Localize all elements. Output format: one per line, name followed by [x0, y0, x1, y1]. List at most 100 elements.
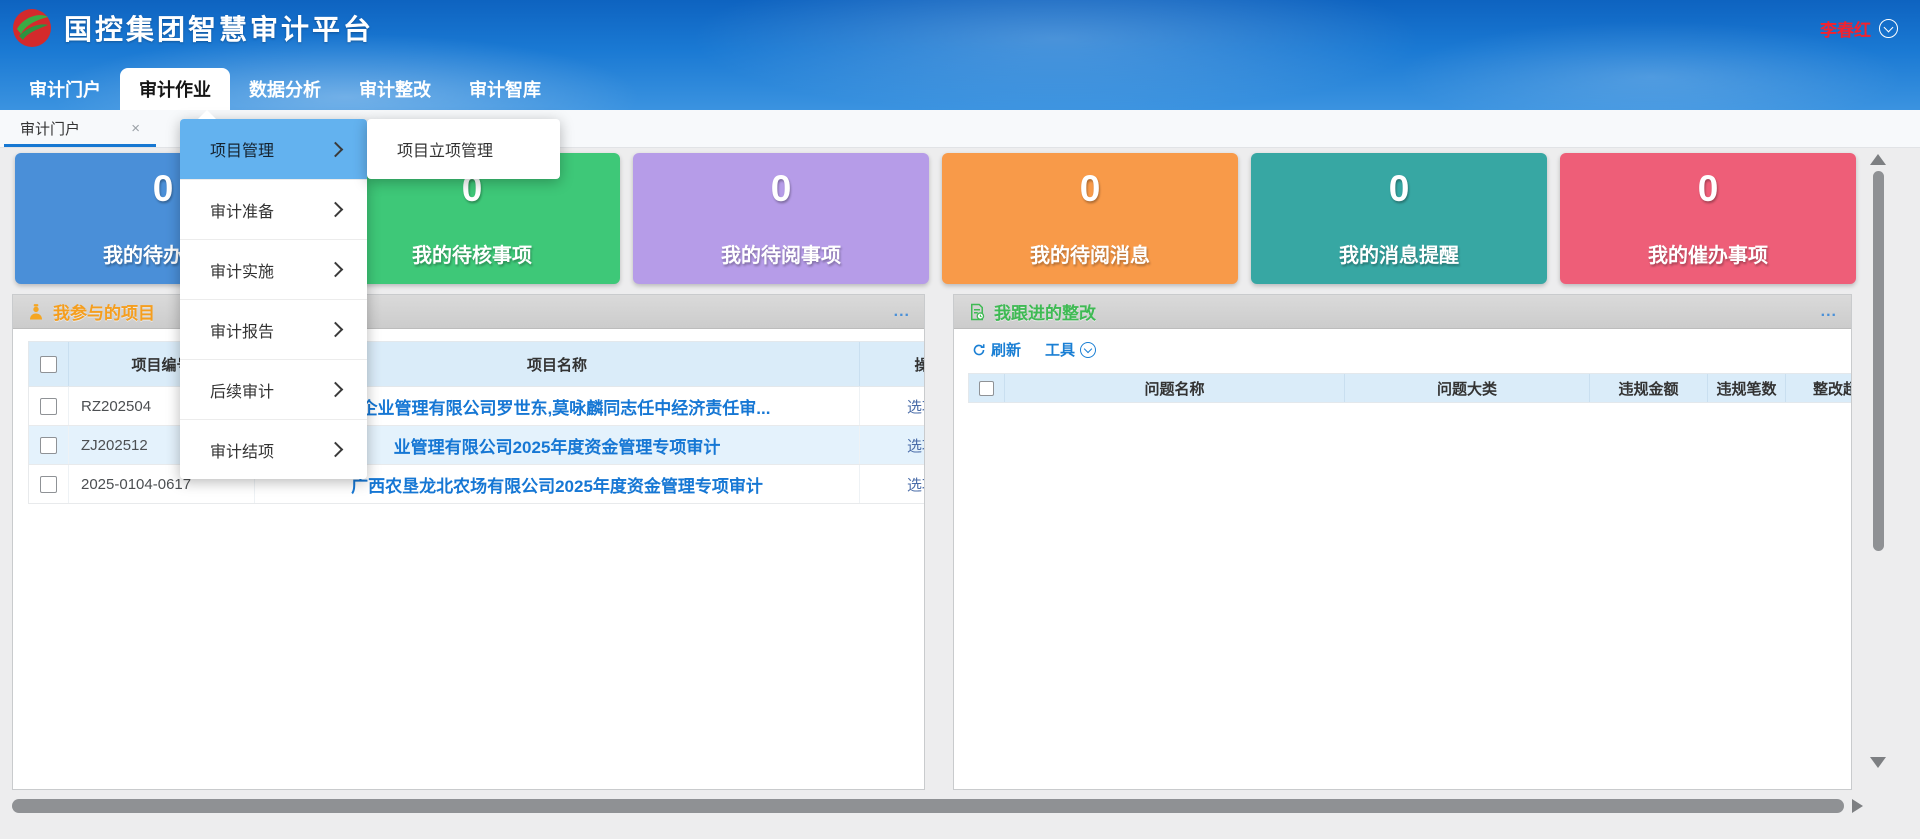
menu-item-label: 审计结项 — [210, 438, 274, 462]
menu-item-audit-report[interactable]: 审计报告 — [180, 299, 367, 359]
projects-table-header: 项目编号 项目名称 操作 — [28, 341, 925, 387]
stat-card-message-reminder[interactable]: 0 我的消息提醒 — [1251, 153, 1547, 284]
stat-card-urge-items[interactable]: 0 我的催办事项 — [1560, 153, 1856, 284]
panel-title: 我参与的项目 — [53, 299, 155, 324]
chevron-right-icon — [328, 202, 344, 218]
menu-item-audit-implementation[interactable]: 审计实施 — [180, 239, 367, 299]
refresh-button[interactable]: 刷新 — [972, 339, 1021, 360]
tab-audit-portal[interactable]: 审计门户 × — [4, 110, 156, 147]
refresh-label[interactable]: 刷新 — [991, 339, 1021, 360]
tab-label[interactable]: 审计门户 — [20, 118, 80, 139]
rectification-table: 问题名称 问题大类 违规金额 违规笔数 整改超 — [968, 373, 1852, 403]
tools-label[interactable]: 工具 — [1045, 339, 1075, 360]
document-clock-icon — [968, 303, 986, 321]
chevron-right-icon — [328, 262, 344, 278]
nav-item-audit-rectification[interactable]: 审计整改 — [340, 68, 450, 110]
column-header-issue-name: 问题名称 — [1005, 374, 1345, 402]
rectification-table-header: 问题名称 问题大类 违规金额 违规笔数 整改超 — [968, 373, 1852, 403]
stat-card-label: 我的待核事项 — [324, 239, 620, 268]
chevron-right-icon — [328, 442, 344, 458]
app-title: 国控集团智慧审计平台 — [64, 8, 374, 48]
horizontal-scrollbar-thumb[interactable] — [12, 799, 1844, 813]
vertical-scrollbar-thumb[interactable] — [1873, 171, 1884, 551]
menu-item-project-management[interactable]: 项目管理 — [180, 119, 367, 179]
nav-item-audit-portal[interactable]: 审计门户 — [10, 68, 120, 110]
rectification-panel: 我跟进的整改 ... 刷新 工具 问题名称 问题大类 违规金额 违 — [953, 294, 1852, 790]
column-header-violation-amount: 违规金额 — [1590, 374, 1708, 402]
audit-platform-page: 国控集团智慧审计平台 李春红 审计门户 审计作业 数据分析 审计整改 审计智库 … — [0, 0, 1920, 839]
project-id: ZJ202512 — [81, 437, 148, 454]
tools-button[interactable]: 工具 — [1045, 339, 1096, 360]
chevron-right-icon — [328, 141, 344, 157]
project-row: ZJ202512 业管理有限公司2025年度资金管理专项审计 选项目 — [28, 426, 925, 465]
row-checkbox[interactable] — [40, 437, 57, 454]
main-nav: 审计门户 审计作业 数据分析 审计整改 审计智库 — [10, 68, 560, 110]
menu-item-label: 项目管理 — [210, 137, 274, 161]
user-chevron-down-icon[interactable] — [1879, 19, 1898, 38]
column-header-action: 操作 — [860, 342, 925, 386]
menu-item-label: 审计实施 — [210, 258, 274, 282]
menu-item-label: 审计准备 — [210, 198, 274, 222]
row-checkbox[interactable] — [40, 398, 57, 415]
stat-card-label: 我的催办事项 — [1560, 239, 1856, 268]
audit-work-dropdown-menu: 项目管理 审计准备 审计实施 审计报告 后续审计 审计结项 — [180, 119, 367, 479]
refresh-icon — [972, 343, 986, 357]
project-row: RZ202504 垦企业管理有限公司罗世东,莫咏麟同志任中经济责任审... 选项… — [28, 387, 925, 426]
active-tab-indicator — [4, 144, 156, 147]
my-projects-panel-header: 我参与的项目 ... — [13, 295, 924, 329]
select-project-link[interactable]: 选项目 — [907, 474, 925, 495]
column-header-rectification-overdue: 整改超 — [1786, 374, 1852, 402]
sky-header: 国控集团智慧审计平台 李春红 审计门户 审计作业 数据分析 审计整改 审计智库 — [0, 0, 1920, 110]
stat-card-label: 我的消息提醒 — [1251, 239, 1547, 268]
panel-more-button[interactable]: ... — [894, 307, 910, 317]
nav-item-audit-knowledge[interactable]: 审计智库 — [450, 68, 560, 110]
scroll-down-arrow[interactable] — [1870, 757, 1886, 768]
select-project-link[interactable]: 选项目 — [907, 435, 925, 456]
row-checkbox[interactable] — [40, 476, 57, 493]
select-all-checkbox[interactable] — [979, 381, 994, 396]
project-id: RZ202504 — [81, 398, 151, 415]
panel-title: 我跟进的整改 — [994, 299, 1096, 324]
stat-card-value: 0 — [633, 168, 929, 210]
user-name[interactable]: 李春红 — [1820, 16, 1871, 41]
tools-chevron-down-icon[interactable] — [1080, 342, 1096, 358]
stat-card-value: 0 — [942, 168, 1238, 210]
horizontal-scrollbar[interactable] — [0, 796, 1920, 818]
stat-card-value: 0 — [1251, 168, 1547, 210]
submenu-item-project-initiation[interactable]: 项目立项管理 — [397, 137, 493, 161]
select-all-checkbox[interactable] — [40, 356, 57, 373]
project-name-link[interactable]: 广西农垦龙北农场有限公司2025年度资金管理专项审计 — [351, 472, 763, 497]
stat-card-pending-read-messages[interactable]: 0 我的待阅消息 — [942, 153, 1238, 284]
column-header-violation-count: 违规笔数 — [1708, 374, 1786, 402]
project-row: 2025-0104-0617 广西农垦龙北农场有限公司2025年度资金管理专项审… — [28, 465, 925, 504]
vertical-scrollbar[interactable] — [1869, 150, 1887, 795]
person-icon — [27, 303, 45, 321]
menu-item-label: 后续审计 — [210, 378, 274, 402]
platform-logo-icon — [12, 8, 52, 48]
nav-item-data-analysis[interactable]: 数据分析 — [230, 68, 340, 110]
brand: 国控集团智慧审计平台 — [12, 8, 374, 48]
stat-card-pending-read-items[interactable]: 0 我的待阅事项 — [633, 153, 929, 284]
scroll-right-arrow[interactable] — [1852, 799, 1863, 813]
rectification-toolbar: 刷新 工具 — [972, 339, 1096, 360]
menu-item-audit-preparation[interactable]: 审计准备 — [180, 179, 367, 239]
my-projects-panel: 我参与的项目 ... 项目编号 项目名称 操作 RZ202504 垦企业管理有限… — [12, 294, 925, 790]
select-project-link[interactable]: 选项目 — [907, 396, 925, 417]
menu-item-follow-up-audit[interactable]: 后续审计 — [180, 359, 367, 419]
column-header-issue-category: 问题大类 — [1345, 374, 1590, 402]
project-management-submenu: 项目立项管理 — [367, 119, 560, 179]
rectification-panel-header: 我跟进的整改 ... — [954, 295, 1851, 329]
project-name-link[interactable]: 业管理有限公司2025年度资金管理专项审计 — [394, 433, 721, 458]
menu-item-audit-closing[interactable]: 审计结项 — [180, 419, 367, 479]
nav-item-audit-work[interactable]: 审计作业 — [120, 68, 230, 110]
project-id: 2025-0104-0617 — [81, 476, 191, 493]
project-name-link[interactable]: 垦企业管理有限公司罗世东,莫咏麟同志任中经济责任审... — [344, 394, 771, 419]
stat-card-value: 0 — [1560, 168, 1856, 210]
tab-close-icon[interactable]: × — [131, 120, 140, 137]
menu-item-label: 审计报告 — [210, 318, 274, 342]
panel-more-button[interactable]: ... — [1821, 307, 1837, 317]
scroll-up-arrow[interactable] — [1870, 154, 1886, 165]
chevron-right-icon — [328, 322, 344, 338]
stat-card-label: 我的待阅事项 — [633, 239, 929, 268]
user-menu[interactable]: 李春红 — [1820, 16, 1898, 41]
